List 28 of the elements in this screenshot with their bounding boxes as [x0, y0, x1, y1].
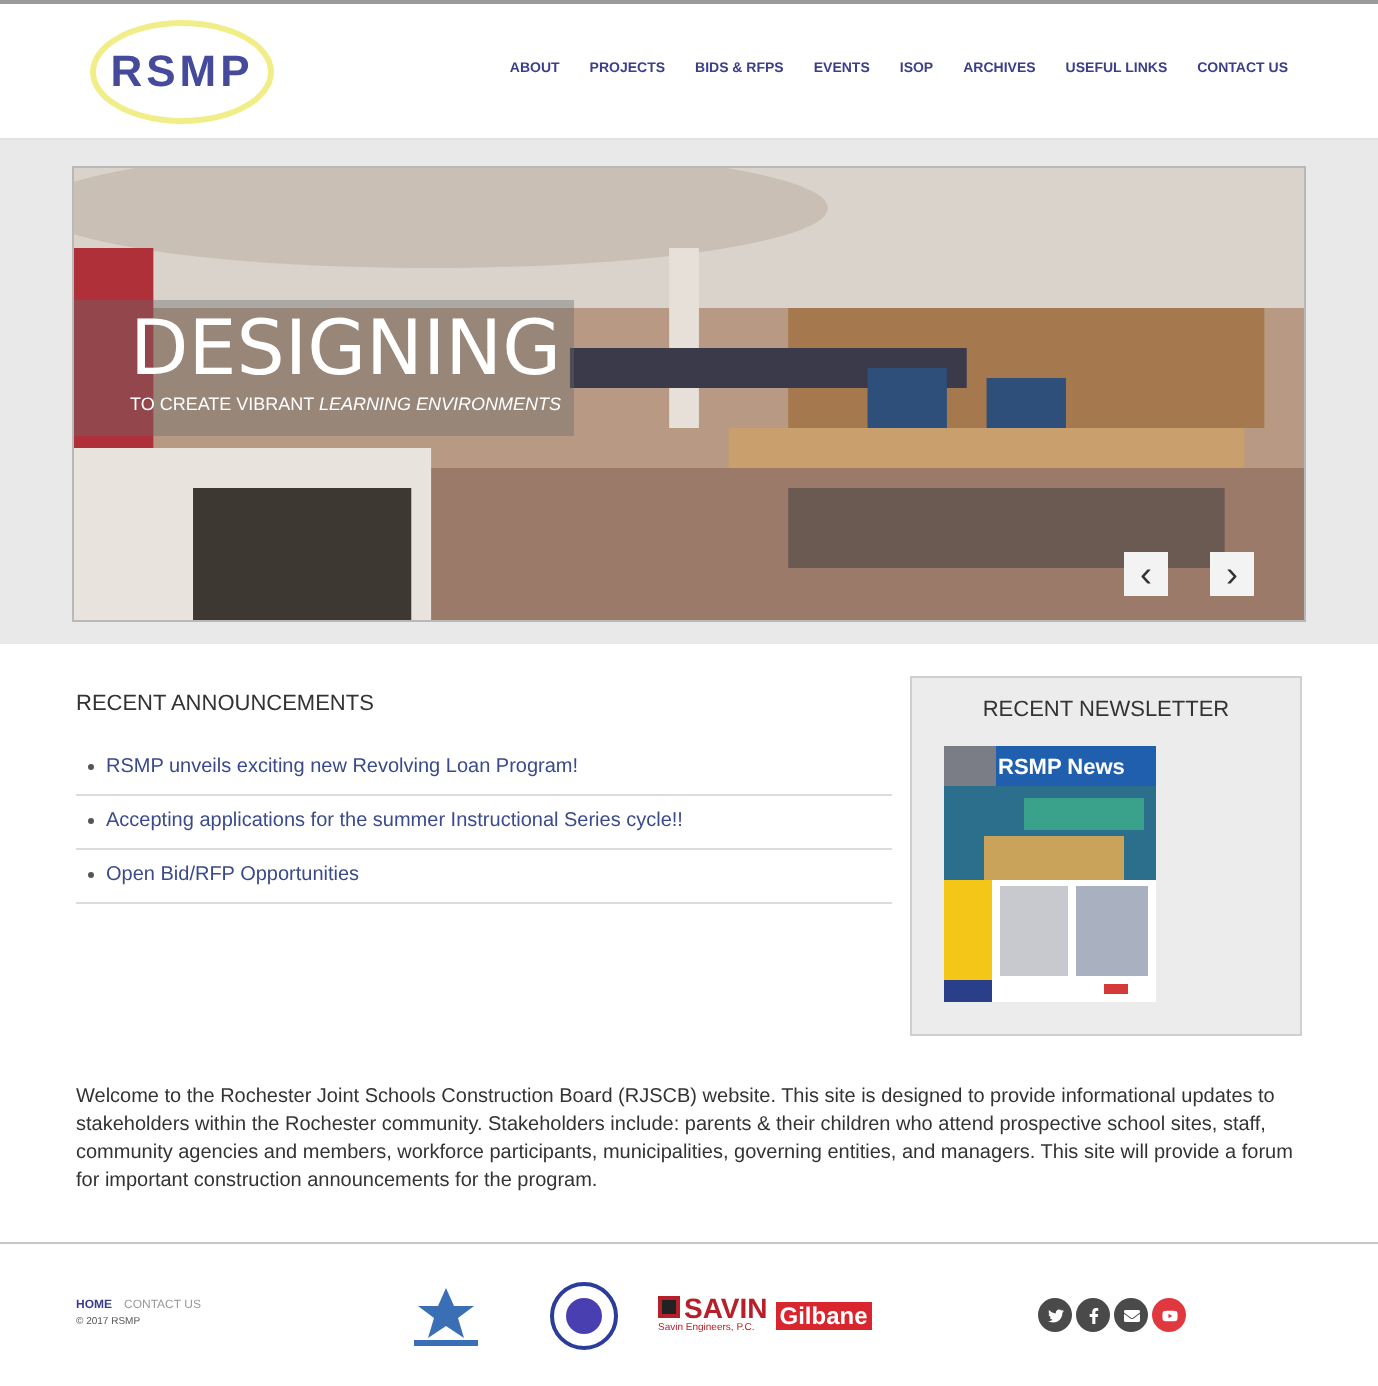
bullet-icon — [88, 818, 94, 824]
hero-headline: DESIGNING — [130, 304, 562, 392]
social-button[interactable] — [1076, 1298, 1110, 1332]
bullet-icon — [88, 764, 94, 770]
newsletter-title: RECENT NEWSLETTER — [982, 696, 1230, 726]
mail-icon — [1123, 1307, 1139, 1323]
social-button[interactable] — [1152, 1298, 1186, 1332]
facebook-icon — [1085, 1307, 1101, 1323]
savin-logo: SAVIN — [684, 1293, 768, 1322]
section-title: RECENT ANNOUNCEMENTS — [76, 690, 376, 720]
bullet-icon — [88, 872, 94, 878]
gilbane-logo: Gilbane — [775, 1301, 872, 1329]
youtube-icon — [1161, 1307, 1177, 1323]
hero-tagline: TO CREATE VIBRANT LEARNING ENVIRONMENTS — [130, 392, 562, 418]
grid-logo-icon — [658, 1296, 680, 1319]
newsletter-cover[interactable]: RSMP News — [944, 745, 1156, 1001]
bird-icon — [1047, 1307, 1063, 1323]
school-seal-icon — [550, 1281, 618, 1349]
previous-button[interactable]: ‹ — [1124, 552, 1168, 596]
logo[interactable]: RSMP — [90, 19, 274, 123]
next-button[interactable]: › — [1210, 552, 1254, 596]
announcement-link[interactable]: Accepting applications for the summer Instructional Series cycle!! — [106, 806, 683, 836]
social-button[interactable] — [1038, 1298, 1072, 1332]
cover-title: RSMP News — [998, 753, 1125, 783]
announcement-link[interactable]: Open Bid/RFP Opportunities — [106, 860, 360, 890]
social-button[interactable] — [1114, 1298, 1148, 1332]
intro-paragraph: Welcome to the Rochester Joint Schools Construction Board (RJSCB) website. This site is designed to provide informational updates to stakeholders within the Rochester community. Stakeholders include: parents & their children who attend prospective school sites, staff, community agencies and members, workforce participants, municipalities, governing entities, and managers. This site will provide a forum for important construction announcements for the program. — [74, 1084, 1295, 1196]
announcement-link[interactable]: RSMP unveils exciting new Revolving Loan Program! — [106, 752, 579, 782]
